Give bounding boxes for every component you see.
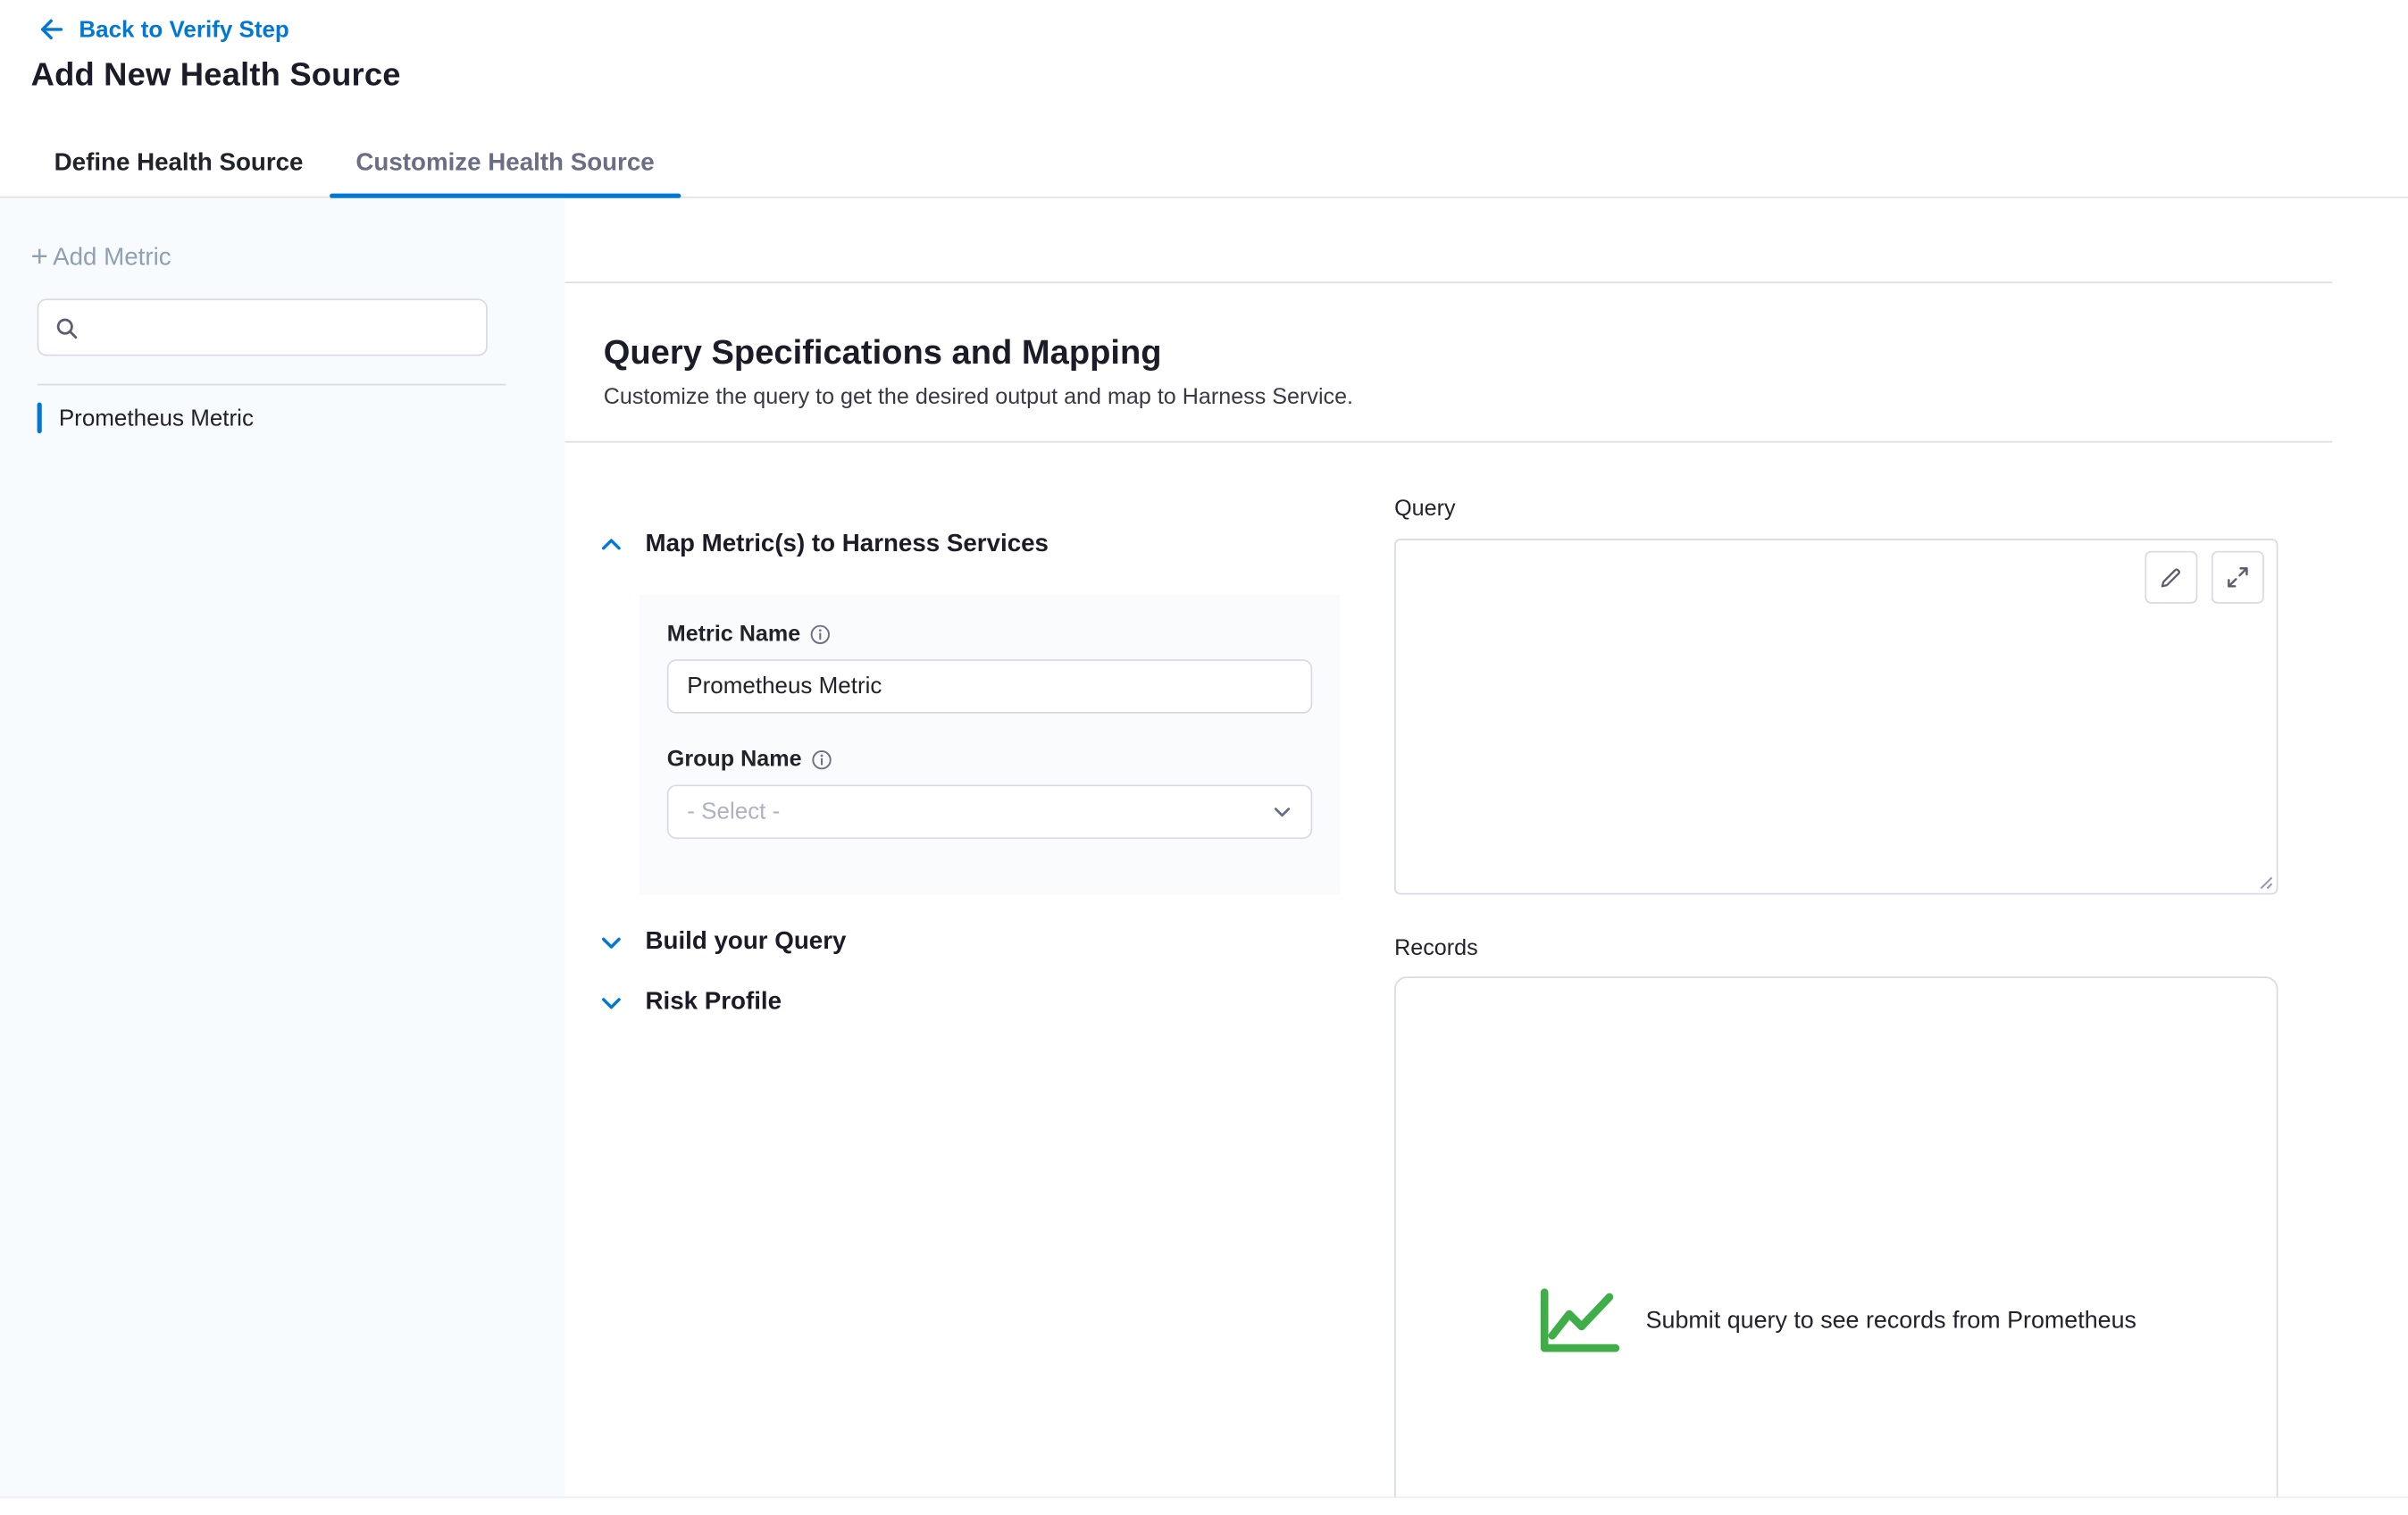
add-metric-label: Add Metric xyxy=(53,245,171,272)
records-label: Records xyxy=(1394,936,2278,961)
add-metric-button[interactable]: + Add Metric xyxy=(31,245,565,272)
group-name-select[interactable]: - Select - xyxy=(667,784,1313,839)
back-arrow-icon[interactable] xyxy=(38,15,65,43)
metric-search-input[interactable] xyxy=(91,314,470,341)
metric-name-input[interactable] xyxy=(667,659,1313,714)
accordion-build-query[interactable]: Build your Query xyxy=(600,925,1340,959)
chevron-up-icon xyxy=(600,534,622,556)
main-panel: Query Specifications and Mapping Customi… xyxy=(564,198,2408,1497)
expand-query-button[interactable] xyxy=(2212,551,2264,604)
search-icon xyxy=(54,315,79,340)
back-to-verify-step-link[interactable]: Back to Verify Step xyxy=(79,16,288,42)
accordion-risk-profile-label: Risk Profile xyxy=(646,989,782,1017)
metric-mapping-form: Metric Name xyxy=(640,594,1341,894)
plus-icon: + xyxy=(31,246,48,271)
metrics-sidebar: + Add Metric Prometheus Metric xyxy=(0,198,564,1497)
chevron-down-icon xyxy=(600,992,622,1014)
card-subtitle: Customize the query to get the desired o… xyxy=(604,385,2294,410)
add-health-source-page: Back to Verify Step Add New Health Sourc… xyxy=(0,0,2408,1514)
content-area: + Add Metric Prometheus Metric xyxy=(0,198,2408,1497)
accordion-map-metrics[interactable]: Map Metric(s) to Harness Services xyxy=(600,528,1340,562)
accordion-risk-profile[interactable]: Risk Profile xyxy=(600,986,1340,1020)
metric-list-item-prometheus[interactable]: Prometheus Metric xyxy=(38,398,565,438)
info-icon[interactable] xyxy=(810,624,832,645)
query-column: Query xyxy=(1394,497,2278,1496)
resize-grip[interactable] xyxy=(2254,871,2273,890)
card-title: Query Specifications and Mapping xyxy=(604,333,2294,373)
accordion-build-query-label: Build your Query xyxy=(646,929,847,957)
page-title: Add New Health Source xyxy=(31,57,2408,95)
tab-customize-health-source[interactable]: Customize Health Source xyxy=(330,131,681,197)
query-spec-card: Query Specifications and Mapping Customi… xyxy=(564,281,2332,1496)
metric-name-label: Metric Name xyxy=(667,623,800,648)
pencil-icon xyxy=(2159,565,2184,590)
records-empty-message: Submit query to see records from Prometh… xyxy=(1646,1307,2136,1335)
tab-define-health-source[interactable]: Define Health Source xyxy=(28,131,330,197)
group-name-label: Group Name xyxy=(667,748,802,773)
metric-search-box xyxy=(38,298,488,356)
sidebar-divider xyxy=(38,384,506,386)
records-panel: Submit query to see records from Prometh… xyxy=(1394,976,2278,1496)
page-header: Back to Verify Step Add New Health Sourc… xyxy=(0,0,2408,198)
chevron-down-icon xyxy=(600,932,622,953)
metric-item-label: Prometheus Metric xyxy=(59,405,254,431)
accordion-map-metrics-label: Map Metric(s) to Harness Services xyxy=(646,531,1049,558)
selected-indicator xyxy=(38,402,42,433)
line-chart-icon xyxy=(1536,1287,1623,1355)
edit-query-button[interactable] xyxy=(2145,551,2197,604)
mapping-column: Map Metric(s) to Harness Services Metric… xyxy=(600,497,1340,1496)
chevron-down-icon xyxy=(1272,802,1292,823)
query-label: Query xyxy=(1394,497,2278,522)
info-icon[interactable] xyxy=(811,749,832,771)
group-name-placeholder: - Select - xyxy=(687,799,780,824)
query-textarea[interactable] xyxy=(1394,539,2278,895)
health-source-tabbar: Define Health Source Customize Health So… xyxy=(0,131,2408,198)
expand-icon xyxy=(2226,565,2251,590)
footer-strip xyxy=(0,1496,2408,1515)
